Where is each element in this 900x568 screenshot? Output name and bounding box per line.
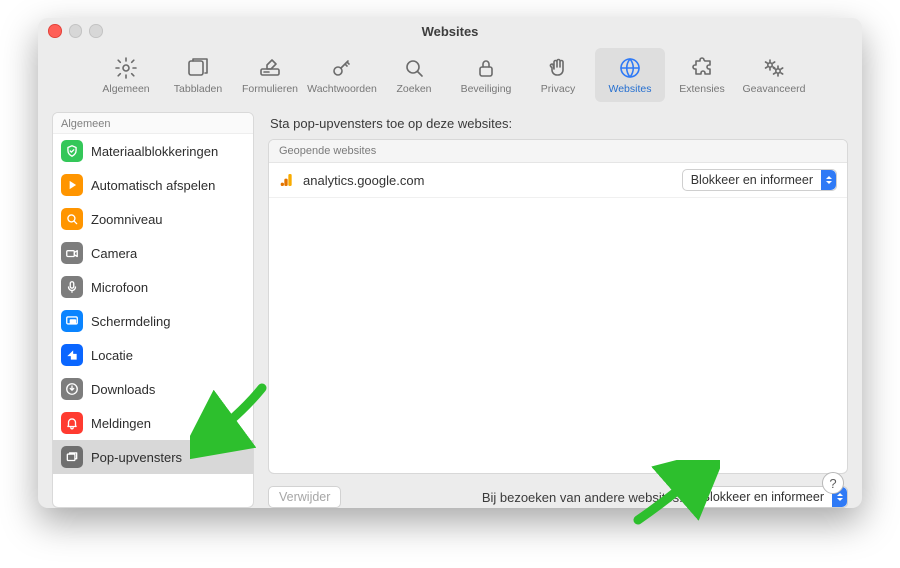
- toolbar-tab-websites[interactable]: Websites: [595, 48, 665, 102]
- sidebar-item-play[interactable]: Automatisch afspelen: [53, 168, 253, 202]
- tabs-icon: [186, 56, 210, 80]
- sidebar-item-label: Pop-upvensters: [91, 450, 182, 465]
- toolbar-tab-label: Zoeken: [396, 83, 431, 95]
- play-icon: [61, 174, 83, 196]
- lock-icon: [474, 56, 498, 80]
- toolbar-tab-privacy[interactable]: Privacy: [523, 48, 593, 102]
- sidebar-heading: Algemeen: [53, 113, 253, 134]
- site-favicon-icon: [279, 172, 295, 188]
- popup-windows-icon: [61, 446, 83, 468]
- toolbar-tab-label: Algemeen: [102, 83, 149, 95]
- toolbar-tab-wachtwoorden[interactable]: Wachtwoorden: [307, 48, 377, 102]
- sidebar-item-shield-check[interactable]: Materiaalblokkeringen: [53, 134, 253, 168]
- delete-button[interactable]: Verwijder: [268, 486, 341, 508]
- camera-icon: [61, 242, 83, 264]
- toolbar-tab-algemeen[interactable]: Algemeen: [91, 48, 161, 102]
- sidebar-item-arrow-compass[interactable]: Locatie: [53, 338, 253, 372]
- shield-check-icon: [61, 140, 83, 162]
- sidebar-item-zoom[interactable]: Zoomniveau: [53, 202, 253, 236]
- screen-share-icon: [61, 310, 83, 332]
- preferences-window: Websites Algemeen Tabbladen Formulieren Wac…: [38, 18, 862, 508]
- toolbar-tab-label: Formulieren: [242, 83, 298, 95]
- row-popup-value: Blokkeer en informeer: [691, 173, 815, 187]
- window-titlebar: Websites: [38, 18, 862, 44]
- toolbar-tab-formulieren[interactable]: Formulieren: [235, 48, 305, 102]
- magnifier-icon: [402, 56, 426, 80]
- sidebar-item-label: Automatisch afspelen: [91, 178, 215, 193]
- sidebar-item-mic[interactable]: Microfoon: [53, 270, 253, 304]
- toolbar-tab-zoeken[interactable]: Zoeken: [379, 48, 449, 102]
- zoom-icon: [61, 208, 83, 230]
- annotation-arrow-1: [190, 380, 280, 460]
- sidebar-item-label: Camera: [91, 246, 137, 261]
- sidebar-item-label: Meldingen: [91, 416, 151, 431]
- toolbar-tab-beveiliging[interactable]: Beveiliging: [451, 48, 521, 102]
- preferences-toolbar: Algemeen Tabbladen Formulieren Wachtwoorden…: [38, 44, 862, 112]
- table-row[interactable]: analytics.google.com Blokkeer en informe…: [269, 163, 847, 198]
- sidebar-item-camera[interactable]: Camera: [53, 236, 253, 270]
- stepper-icon: [821, 170, 836, 190]
- sidebar-item-label: Microfoon: [91, 280, 148, 295]
- toolbar-tab-geavanceerd[interactable]: Geavanceerd: [739, 48, 809, 102]
- row-popup-select[interactable]: Blokkeer en informeer: [682, 169, 837, 191]
- window-title: Websites: [38, 24, 862, 39]
- help-button[interactable]: ?: [822, 472, 844, 494]
- puzzle-icon: [690, 56, 714, 80]
- annotation-arrow-2: [620, 460, 720, 530]
- sidebar-item-screen-share[interactable]: Schermdeling: [53, 304, 253, 338]
- arrow-compass-icon: [61, 344, 83, 366]
- toolbar-tab-extensies[interactable]: Extensies: [667, 48, 737, 102]
- sidebar-item-label: Downloads: [91, 382, 155, 397]
- download-icon: [61, 378, 83, 400]
- others-popup-value: Blokkeer en informeer: [702, 490, 826, 504]
- pane-heading: Sta pop-upvensters toe op deze websites:: [268, 112, 848, 139]
- toolbar-tab-label: Beveiliging: [461, 83, 512, 95]
- sidebar-item-label: Zoomniveau: [91, 212, 163, 227]
- bell-icon: [61, 412, 83, 434]
- globe-icon: [618, 56, 642, 80]
- sidebar-item-label: Locatie: [91, 348, 133, 363]
- pane-footer: Verwijder Bij bezoeken van andere websit…: [268, 474, 848, 508]
- toolbar-tab-label: Tabbladen: [174, 83, 222, 95]
- sidebar-item-label: Schermdeling: [91, 314, 171, 329]
- gears-icon: [762, 56, 786, 80]
- hand-icon: [546, 56, 570, 80]
- toolbar-tab-label: Wachtwoorden: [307, 83, 377, 95]
- key-icon: [330, 56, 354, 80]
- pen-field-icon: [258, 56, 282, 80]
- sidebar-item-label: Materiaalblokkeringen: [91, 144, 218, 159]
- table-header: Geopende websites: [269, 140, 847, 163]
- mic-icon: [61, 276, 83, 298]
- gear-icon: [114, 56, 138, 80]
- toolbar-tab-tabbladen[interactable]: Tabbladen: [163, 48, 233, 102]
- toolbar-tab-label: Websites: [609, 83, 652, 95]
- websites-table: Geopende websites analytics.google.com B…: [268, 139, 848, 474]
- toolbar-tab-label: Privacy: [541, 83, 575, 95]
- toolbar-tab-label: Extensies: [679, 83, 725, 95]
- site-domain: analytics.google.com: [303, 173, 424, 188]
- toolbar-tab-label: Geavanceerd: [742, 83, 805, 95]
- content-pane: Sta pop-upvensters toe op deze websites:…: [268, 112, 848, 508]
